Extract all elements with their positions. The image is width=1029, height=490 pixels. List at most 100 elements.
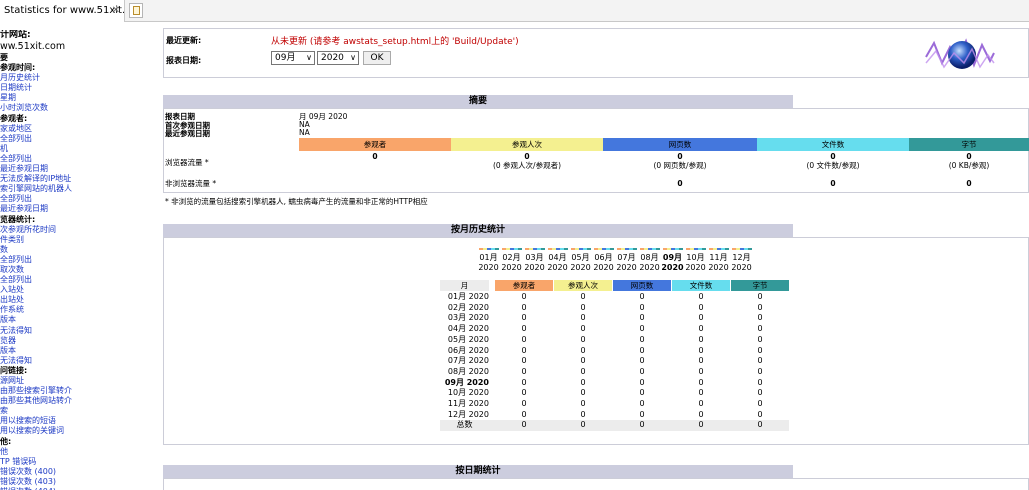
menu-link[interactable]: 源网址 bbox=[0, 376, 160, 386]
menu-link[interactable]: 日期统计 bbox=[0, 83, 160, 93]
row-value: 0 bbox=[580, 334, 586, 344]
summary-header-visitors: 参观者 bbox=[299, 138, 451, 151]
menu-link[interactable]: 全部列出 bbox=[0, 194, 160, 204]
month-bar bbox=[564, 248, 568, 250]
not-viewed-files: 0 bbox=[830, 179, 836, 188]
row-value: 0 bbox=[698, 313, 704, 323]
viewed-bytes: 0 (0 KB/参观) bbox=[948, 152, 990, 170]
table-row: 10月 2020 0 0 0 0 0 bbox=[440, 388, 789, 399]
row-month: 09月 2020 bbox=[444, 377, 489, 387]
month-select-value: 09月 bbox=[275, 53, 296, 63]
row-value: 0 bbox=[698, 388, 704, 398]
row-value: 0 bbox=[580, 366, 586, 376]
month-bar bbox=[725, 248, 729, 250]
menu-link[interactable]: 机 bbox=[0, 144, 160, 154]
menu-link[interactable]: 入站处 bbox=[0, 285, 160, 295]
menu-link[interactable]: 全部列出 bbox=[0, 154, 160, 164]
menu-link[interactable]: 无法得知 bbox=[0, 356, 160, 366]
row-value: 0 bbox=[757, 334, 763, 344]
menu-link[interactable]: 次参观所花时间 bbox=[0, 225, 160, 235]
viewed-visits: 0 (0 参观人次/参观者) bbox=[492, 152, 562, 170]
menu-link[interactable]: 作系统 bbox=[0, 305, 160, 315]
menu-link[interactable]: 小时浏览次数 bbox=[0, 103, 160, 113]
row-value: 0 bbox=[639, 366, 645, 376]
month-bar bbox=[587, 248, 591, 250]
menu-link[interactable]: 他 bbox=[0, 447, 160, 457]
row-value: 0 bbox=[580, 377, 586, 387]
month-bar bbox=[495, 248, 499, 250]
last-update-label: 最近更新: bbox=[166, 36, 202, 45]
month-axis-label: 03月 2020 bbox=[524, 253, 545, 272]
row-value: 0 bbox=[698, 302, 704, 312]
browser-tab[interactable]: Statistics for www.51xit... ✕ bbox=[0, 0, 125, 22]
left-navigation-menu: 计网站: ww.51xit.com 要参观时间: 月历史统计 日期统计 星期 小时浏览次… bbox=[0, 30, 160, 490]
month-axis-label: 05月 2020 bbox=[570, 253, 591, 272]
menu-link[interactable]: 家或地区 bbox=[0, 124, 160, 134]
awstats-logo-icon bbox=[925, 38, 995, 69]
not-viewed-bytes: 0 bbox=[966, 179, 972, 188]
menu-link[interactable]: 错误次数 (400) bbox=[0, 467, 160, 477]
summary-header-files: 文件数 bbox=[757, 138, 909, 151]
row-value: 0 bbox=[757, 366, 763, 376]
viewed-pages: 0 (0 网页数/参观) bbox=[653, 152, 707, 170]
header-bytes: 字节 bbox=[731, 280, 789, 291]
row-value: 0 bbox=[580, 302, 586, 312]
month-bar bbox=[541, 248, 545, 250]
total-row: 总数 0 0 0 0 0 bbox=[440, 420, 789, 431]
row-month: 05月 2020 bbox=[447, 334, 489, 344]
summary-title-bar: 摘要 bbox=[163, 95, 793, 108]
menu-link[interactable]: 用以搜索的短语 bbox=[0, 416, 160, 426]
menu-link[interactable]: 全部列出 bbox=[0, 255, 160, 265]
menu-link[interactable]: 由那些搜索引擎转介 bbox=[0, 386, 160, 396]
row-value: 0 bbox=[639, 345, 645, 355]
menu-link[interactable]: 出站处 bbox=[0, 295, 160, 305]
row-value: 0 bbox=[580, 409, 586, 419]
row-value: 0 bbox=[698, 356, 704, 366]
row-value: 0 bbox=[757, 313, 763, 323]
row-value: 0 bbox=[639, 313, 645, 323]
row-value: 0 bbox=[639, 388, 645, 398]
row-value: 0 bbox=[580, 313, 586, 323]
menu-link[interactable]: 月历史统计 bbox=[0, 73, 160, 83]
header-visits: 参观人次 bbox=[554, 280, 612, 291]
summary-header-bytes: 字节 bbox=[909, 138, 1029, 151]
row-value: 0 bbox=[639, 334, 645, 344]
menu-link[interactable]: 由那些其他网站转介 bbox=[0, 396, 160, 406]
table-row: 05月 2020 0 0 0 0 0 bbox=[440, 335, 789, 346]
menu-link[interactable]: 版本 bbox=[0, 315, 160, 325]
year-select[interactable]: 2020 ∨ bbox=[317, 51, 359, 65]
menu-link[interactable]: 最近参观日期 bbox=[0, 164, 160, 174]
monthly-table-header: 月 参观者 参观人次 网页数 文件数 字节 bbox=[440, 280, 789, 291]
new-tab-button[interactable] bbox=[129, 3, 143, 18]
menu-link[interactable]: 取次数 bbox=[0, 265, 160, 275]
menu-link[interactable]: 无法得知 bbox=[0, 326, 160, 336]
row-value: 0 bbox=[639, 292, 645, 301]
menu-link[interactable]: 星期 bbox=[0, 93, 160, 103]
close-tab-icon[interactable]: ✕ bbox=[112, 0, 120, 22]
month-select[interactable]: 09月 ∨ bbox=[271, 51, 315, 65]
menu-link[interactable]: 用以搜索的关键词 bbox=[0, 426, 160, 436]
menu-link[interactable]: TP 错误码 bbox=[0, 457, 160, 467]
menu-link[interactable]: 错误次数 (403) bbox=[0, 477, 160, 487]
menu-link[interactable]: 无法反解译的IP地址 bbox=[0, 174, 160, 184]
menu-link[interactable]: 索引擎网站的机器人 bbox=[0, 184, 160, 194]
monthly-history-title-bar: 按月历史统计 bbox=[163, 224, 793, 237]
row-value: 0 bbox=[757, 377, 763, 387]
menu-section-heading: 他: bbox=[0, 436, 12, 446]
menu-link[interactable]: 索 bbox=[0, 406, 160, 416]
menu-link[interactable]: 全部列出 bbox=[0, 134, 160, 144]
menu-link[interactable]: 览器 bbox=[0, 336, 160, 346]
menu-link[interactable]: 版本 bbox=[0, 346, 160, 356]
menu-link[interactable]: 数 bbox=[0, 245, 160, 255]
row-value: 0 bbox=[521, 377, 527, 387]
month-axis-label: 10月 2020 bbox=[685, 253, 706, 272]
row-value: 0 bbox=[521, 334, 527, 344]
menu-link[interactable]: 全部列出 bbox=[0, 275, 160, 285]
row-value: 0 bbox=[521, 345, 527, 355]
menu-link[interactable]: 最近参观日期 bbox=[0, 204, 160, 214]
row-value: 0 bbox=[639, 399, 645, 408]
menu-link[interactable]: 件类别 bbox=[0, 235, 160, 245]
row-value: 0 bbox=[639, 409, 645, 419]
ok-button[interactable]: OK bbox=[363, 51, 391, 65]
month-bar bbox=[748, 248, 752, 250]
